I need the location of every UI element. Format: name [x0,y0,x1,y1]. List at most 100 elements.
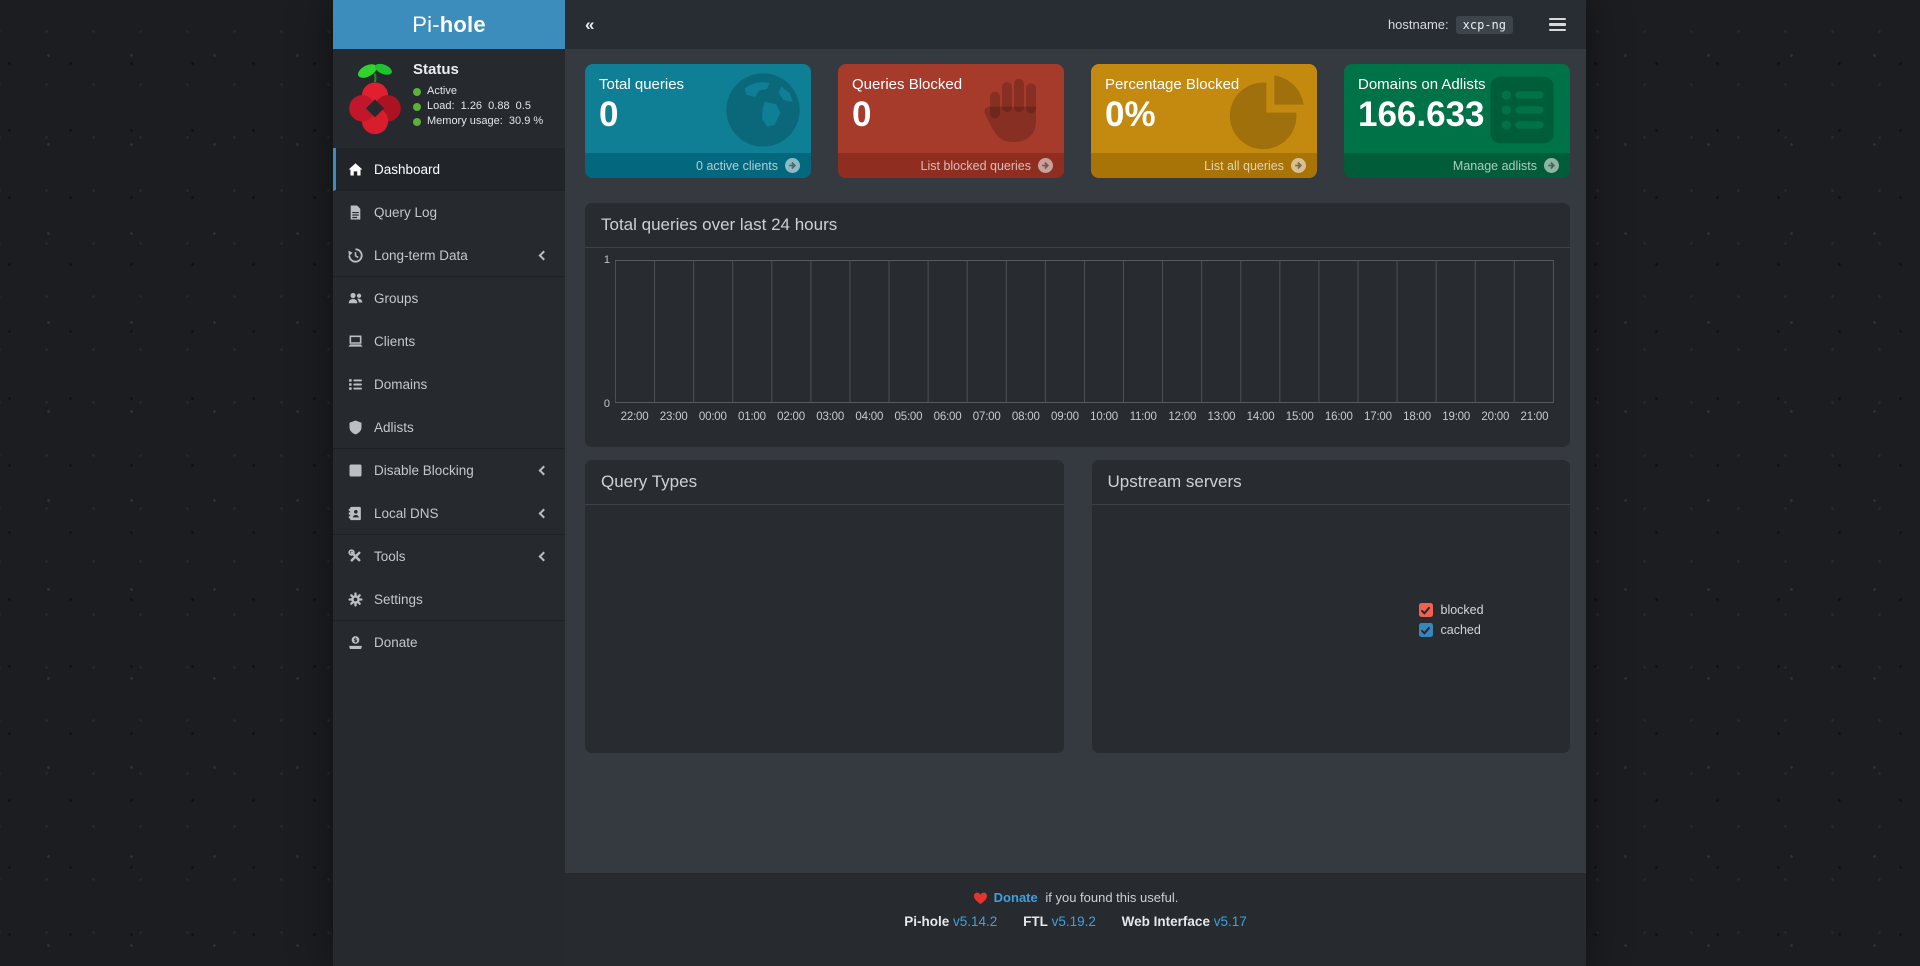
version-link[interactable]: v5.14.2 [953,914,997,929]
version-name: Web Interface [1122,914,1210,929]
x-tick-label: 08:00 [1006,411,1045,429]
arrow-circle-icon [1291,158,1306,173]
navbar: « hostname: xcp-ng [565,0,1586,49]
raspberry-logo-icon [349,60,401,138]
status-row: Active [413,84,543,99]
arrow-circle-icon [1544,158,1559,173]
hamburger-menu-icon[interactable] [1547,14,1568,35]
card-footer-link[interactable]: 0 active clients [585,153,811,178]
card-title: Queries Blocked [852,76,1050,93]
x-axis: 22:0023:0000:0001:0002:0003:0004:0005:00… [615,403,1554,429]
stop-icon [348,463,363,478]
content: Total queries 0 0 active clients [565,49,1586,873]
legend-item[interactable]: blocked [1419,603,1484,617]
card-footer-link[interactable]: Manage adlists [1344,153,1570,178]
sidebar-item-label: Local DNS [374,506,439,521]
x-tick-label: 00:00 [693,411,732,429]
card-title: Domains on Adlists [1358,76,1556,93]
sidebar-item-label: Domains [374,377,427,392]
x-tick-label: 03:00 [811,411,850,429]
x-tick-label: 05:00 [889,411,928,429]
card-value: 0% [1105,97,1303,132]
legend-label: blocked [1441,603,1484,617]
version-group: Web Interface v5.17 [1122,914,1247,929]
status-dot-icon [413,118,421,126]
list-icon [348,377,363,392]
y-tick-max: 1 [604,254,610,266]
x-tick-label: 14:00 [1241,411,1280,429]
sidebar-item[interactable]: Query Log [333,191,565,234]
sidebar-item[interactable]: Long-term Data [333,234,565,277]
arrow-circle-icon [785,158,800,173]
query-types-chart [585,505,1064,750]
queries-chart: 1 0 22:0023:0000:0001:0002:0003:0004:000… [585,248,1570,443]
sidebar-item[interactable]: Local DNS [333,492,565,535]
card-footer-link[interactable]: List blocked queries [838,153,1064,178]
chevron-left-icon [539,466,549,476]
queries-chart-panel: Total queries over last 24 hours 1 0 22:… [585,203,1570,447]
card-footer-label: 0 active clients [696,159,778,173]
card-footer-label: List all queries [1204,159,1284,173]
sidebar-item-label: Groups [374,291,418,306]
x-tick-label: 19:00 [1437,411,1476,429]
pihole-admin-page: Pi-hole « hostname: xcp-ng [333,0,1586,966]
sidebar-item[interactable]: Groups [333,277,565,320]
donate-icon [348,635,363,650]
heart-icon [973,891,988,905]
file-icon [348,205,363,220]
tools-icon [348,549,363,564]
sidebar-item-label: Adlists [374,420,414,435]
x-tick-label: 23:00 [654,411,693,429]
arrow-circle-icon [1038,158,1053,173]
donate-link[interactable]: Donate [994,890,1038,905]
sidebar-item-label: Disable Blocking [374,463,474,478]
summary-card: Domains on Adlists 166.633 Manage adlist… [1344,64,1570,178]
brand-logo[interactable]: Pi-hole [333,0,565,49]
x-tick-label: 16:00 [1319,411,1358,429]
version-link[interactable]: v5.17 [1214,914,1247,929]
sidebar-item[interactable]: Clients [333,320,565,363]
card-footer-label: Manage adlists [1453,159,1537,173]
top-bar: Pi-hole « hostname: xcp-ng [333,0,1586,49]
sidebar-item-label: Long-term Data [374,248,468,263]
legend-label: cached [1441,623,1481,637]
upstream-servers-chart: blocked cached [1092,505,1571,750]
brand-name-light: Pi- [412,12,440,38]
y-axis: 1 0 [597,260,615,403]
x-tick-label: 15:00 [1280,411,1319,429]
sidebar-item[interactable]: Adlists [333,406,565,449]
status-dot-icon [413,88,421,96]
sidebar-item-label: Tools [374,549,406,564]
card-footer-link[interactable]: List all queries [1091,153,1317,178]
query-types-title: Query Types [601,472,1048,492]
sidebar-item[interactable]: Donate [333,621,565,664]
x-tick-label: 18:00 [1398,411,1437,429]
hostname: hostname: xcp-ng [1388,16,1513,34]
card-value: 0 [852,97,1050,132]
hostname-badge: xcp-ng [1456,16,1513,34]
sidebar-item-label: Dashboard [374,162,440,177]
sidebar: Status Active Load: 1.26 0.88 0.5 [333,49,565,966]
sidebar-item[interactable]: Tools [333,535,565,578]
legend-checkbox-icon [1419,603,1433,617]
x-tick-label: 20:00 [1476,411,1515,429]
sidebar-item-label: Donate [374,635,418,650]
main-area: Total queries 0 0 active clients [565,49,1586,966]
x-tick-label: 17:00 [1358,411,1397,429]
version-link[interactable]: v5.19.2 [1052,914,1096,929]
x-tick-label: 12:00 [1163,411,1202,429]
shield-icon [348,420,363,435]
sidebar-collapse-icon[interactable]: « [579,11,600,39]
gear-icon [348,592,363,607]
x-tick-label: 02:00 [772,411,811,429]
sidebar-item[interactable]: Disable Blocking [333,449,565,492]
sidebar-item[interactable]: Settings [333,578,565,621]
chart-plot-area [615,260,1554,403]
sidebar-item[interactable]: Dashboard [333,148,565,191]
chart-legend: blocked cached [1419,603,1484,637]
x-tick-label: 11:00 [1124,411,1163,429]
legend-item[interactable]: cached [1419,623,1484,637]
card-value: 166.633 [1358,97,1556,132]
sidebar-item[interactable]: Domains [333,363,565,406]
page-footer: Donate if you found this useful. Pi-hole… [565,873,1586,966]
